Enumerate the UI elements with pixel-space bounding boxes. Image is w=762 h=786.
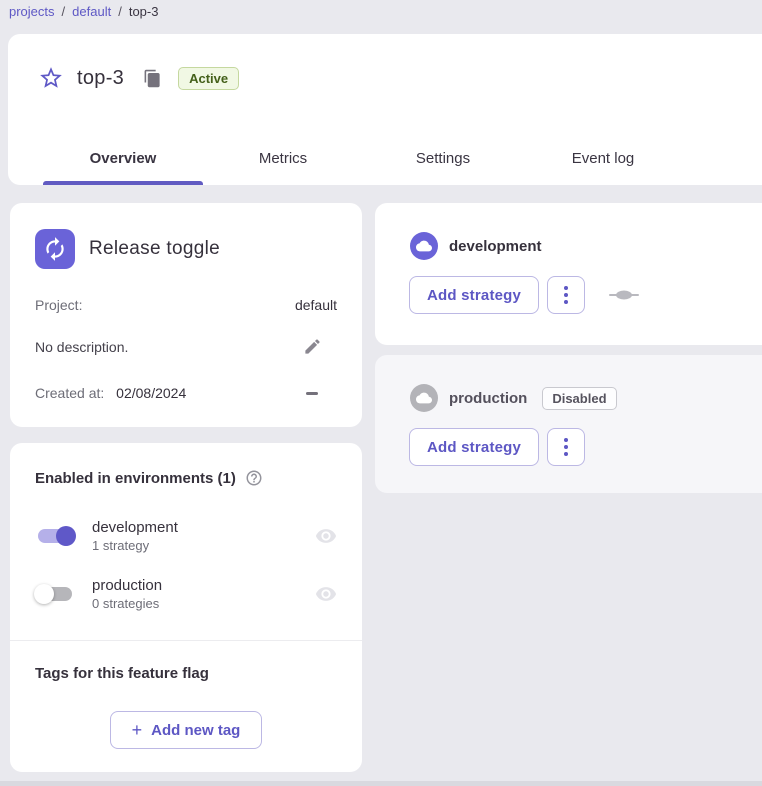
more-actions-kebab-button[interactable] bbox=[547, 276, 585, 314]
breadcrumb: projects / default / top-3 bbox=[9, 4, 158, 19]
project-row: Project: default bbox=[35, 297, 337, 313]
breadcrumb-current: top-3 bbox=[129, 4, 159, 19]
tags-title: Tags for this feature flag bbox=[35, 665, 209, 682]
breadcrumb-separator: / bbox=[118, 4, 122, 19]
visibility-eye-icon[interactable] bbox=[315, 525, 337, 547]
tab-event-log[interactable]: Event log bbox=[523, 131, 683, 185]
kebab-dots-icon bbox=[564, 286, 568, 304]
add-new-tag-label: Add new tag bbox=[151, 722, 240, 739]
collapse-minus-icon[interactable] bbox=[306, 392, 318, 395]
status-badge: Active bbox=[178, 67, 239, 90]
project-label: Project: bbox=[35, 297, 82, 313]
title-row: top-3 Active bbox=[38, 58, 239, 98]
add-new-tag-button[interactable]: + Add new tag bbox=[110, 711, 262, 749]
kebab-dots-icon bbox=[564, 438, 568, 456]
more-actions-kebab-button[interactable] bbox=[547, 428, 585, 466]
breadcrumb-link-projects[interactable]: projects bbox=[9, 4, 55, 19]
development-toggle[interactable] bbox=[32, 524, 78, 548]
created-label: Created at: bbox=[35, 385, 104, 401]
tab-metrics[interactable]: Metrics bbox=[203, 131, 363, 185]
environment-row-production: production 0 strategies bbox=[32, 571, 337, 617]
disabled-badge: Disabled bbox=[542, 387, 616, 410]
tab-overview[interactable]: Overview bbox=[43, 131, 203, 185]
panel-header: production Disabled bbox=[410, 384, 617, 412]
edit-description-icon[interactable] bbox=[303, 337, 322, 356]
feature-flag-overview-page: projects / default / top-3 top-3 Active … bbox=[0, 0, 762, 786]
created-row: Created at: 02/08/2024 bbox=[35, 385, 318, 401]
cloud-environment-icon bbox=[410, 384, 438, 412]
flag-type-label: Release toggle bbox=[89, 238, 220, 260]
flag-details-card: Release toggle Project: default No descr… bbox=[10, 203, 362, 427]
tab-bar: Overview Metrics Settings Event log bbox=[43, 131, 683, 185]
page-title: top-3 bbox=[77, 67, 124, 90]
help-icon[interactable] bbox=[245, 469, 263, 487]
flag-type-row: Release toggle bbox=[35, 229, 220, 269]
plus-icon: + bbox=[132, 721, 143, 739]
environment-name: development bbox=[92, 519, 301, 536]
created-value: 02/08/2024 bbox=[116, 385, 186, 401]
description-row: No description. bbox=[35, 337, 322, 356]
bottom-edge-strip bbox=[0, 781, 762, 786]
panel-environment-name: production bbox=[449, 390, 527, 407]
section-divider bbox=[10, 640, 362, 641]
breadcrumb-link-default[interactable]: default bbox=[72, 4, 111, 19]
environments-title: Enabled in environments (1) bbox=[35, 470, 236, 487]
production-toggle[interactable] bbox=[32, 582, 78, 606]
add-strategy-button[interactable]: Add strategy bbox=[409, 276, 539, 314]
tab-settings[interactable]: Settings bbox=[363, 131, 523, 185]
environment-name: production bbox=[92, 577, 301, 594]
release-toggle-icon bbox=[35, 229, 75, 269]
project-value: default bbox=[295, 297, 337, 313]
environments-card: Enabled in environments (1) development … bbox=[10, 443, 362, 772]
panel-environment-name: development bbox=[449, 238, 542, 255]
copy-name-icon[interactable] bbox=[142, 68, 162, 88]
cloud-environment-icon bbox=[410, 232, 438, 260]
visibility-eye-icon[interactable] bbox=[315, 583, 337, 605]
environment-strategy-count: 1 strategy bbox=[92, 538, 301, 553]
header-card: top-3 Active Overview Metrics Settings E… bbox=[8, 34, 762, 185]
environment-row-development: development 1 strategy bbox=[32, 513, 337, 559]
breadcrumb-separator: / bbox=[62, 4, 66, 19]
environment-strategy-count: 0 strategies bbox=[92, 596, 301, 611]
development-environment-panel: development Add strategy bbox=[375, 203, 762, 345]
description-text: No description. bbox=[35, 339, 128, 355]
production-environment-panel: production Disabled Add strategy bbox=[375, 355, 762, 493]
environments-title-row: Enabled in environments (1) bbox=[35, 469, 263, 487]
panel-actions: Add strategy bbox=[409, 276, 639, 314]
panel-header: development bbox=[410, 232, 542, 260]
panel-actions: Add strategy bbox=[409, 428, 585, 466]
strategy-connector-icon bbox=[609, 290, 639, 300]
active-tab-indicator bbox=[43, 181, 203, 185]
add-strategy-button[interactable]: Add strategy bbox=[409, 428, 539, 466]
favorite-star-icon[interactable] bbox=[38, 65, 64, 91]
